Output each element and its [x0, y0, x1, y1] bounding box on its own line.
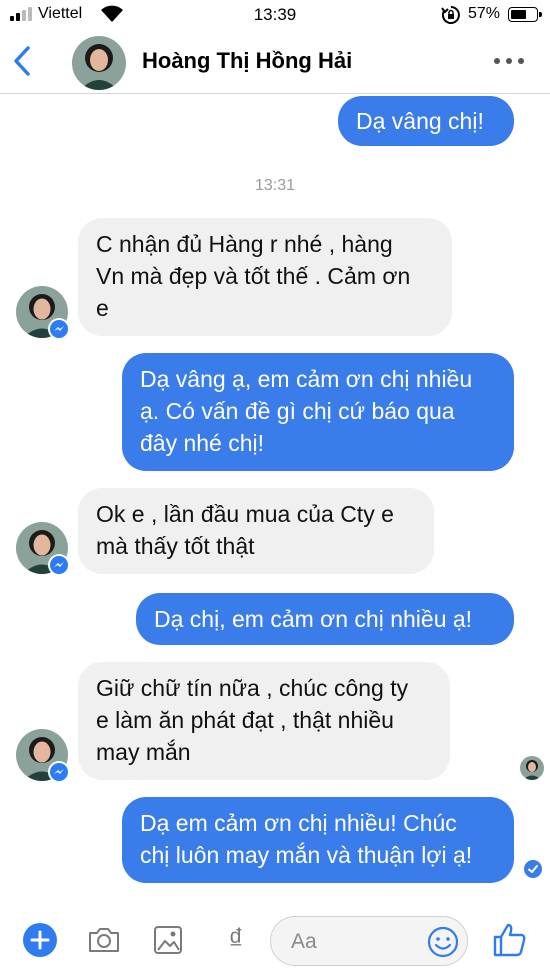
conversation-header: Hoàng Thị Hồng Hải	[0, 30, 550, 94]
more-dots-icon[interactable]	[492, 48, 526, 72]
emoji-icon[interactable]	[426, 925, 460, 959]
messenger-badge-icon	[50, 556, 68, 574]
status-bar: Viettel 13:39 57%	[0, 0, 550, 30]
message-input[interactable]	[291, 927, 421, 957]
message-line: chị luôn may mắn và thuận lợi ạ!	[140, 842, 473, 868]
message-line: Vn mà đẹp và tốt thế . Cảm ơn	[96, 263, 411, 289]
message-text: Dạ vâng chị!	[356, 108, 484, 134]
message-line: may mắn	[96, 739, 191, 765]
message-line: ạ. Có vấn đề gì chị cứ báo qua	[140, 398, 455, 424]
message-line: Dạ em cảm ơn chị nhiều! Chúc	[140, 810, 457, 836]
message-line: đây nhé chị!	[140, 430, 265, 456]
back-chevron-icon[interactable]	[8, 40, 38, 82]
message-line: Ok e , lần đầu mua của Cty e	[96, 501, 394, 527]
messenger-badge-icon	[50, 320, 68, 338]
message-line: mà thấy tốt thật	[96, 533, 255, 559]
message-line: C nhận đủ Hàng r nhé , hàng	[96, 231, 393, 257]
message-timestamp: 13:31	[254, 177, 296, 194]
incoming-message[interactable]: C nhận đủ Hàng r nhé , hàng Vn mà đẹp và…	[78, 218, 452, 336]
outgoing-message[interactable]: Dạ chị, em cảm ơn chị nhiều ạ!	[136, 593, 514, 645]
message-composer: ₫	[0, 906, 550, 978]
messenger-badge-icon	[50, 763, 68, 781]
delivered-check-icon	[524, 860, 542, 878]
seen-avatar	[520, 756, 544, 780]
incoming-message[interactable]: Ok e , lần đầu mua của Cty e mà thấy tốt…	[78, 488, 434, 574]
message-input-wrapper	[270, 916, 468, 966]
sender-avatar[interactable]	[16, 522, 70, 576]
outgoing-message[interactable]: Dạ vâng ạ, em cảm ơn chị nhiều ạ. Có vấn…	[122, 353, 514, 471]
sender-avatar[interactable]	[16, 729, 70, 783]
thumbs-up-icon[interactable]	[490, 920, 530, 960]
message-line: Dạ chị, em cảm ơn chị nhiều ạ!	[154, 606, 473, 632]
message-line: Giữ chữ tín nữa , chúc công ty	[96, 675, 409, 701]
contact-name[interactable]: Hoàng Thị Hồng Hải	[142, 48, 352, 74]
contact-avatar[interactable]	[72, 36, 126, 90]
battery-icon	[508, 7, 542, 22]
dong-icon[interactable]: ₫	[218, 922, 254, 958]
plus-icon[interactable]	[23, 923, 57, 957]
battery-percent: 57%	[468, 5, 501, 22]
message-line: Dạ vâng ạ, em cảm ơn chị nhiều	[140, 366, 473, 392]
image-icon[interactable]	[150, 922, 186, 958]
message-line: e	[96, 295, 109, 321]
camera-icon[interactable]	[86, 922, 122, 958]
rotation-lock-icon	[441, 6, 460, 24]
outgoing-message[interactable]: Dạ em cảm ơn chị nhiều! Chúc chị luôn ma…	[122, 797, 514, 883]
sender-avatar[interactable]	[16, 286, 70, 340]
message-line: e làm ăn phát đạt , thật nhiều	[96, 707, 394, 733]
incoming-message[interactable]: Giữ chữ tín nữa , chúc công ty e làm ăn …	[78, 662, 450, 780]
outgoing-message[interactable]: Dạ vâng chị!	[338, 96, 514, 146]
